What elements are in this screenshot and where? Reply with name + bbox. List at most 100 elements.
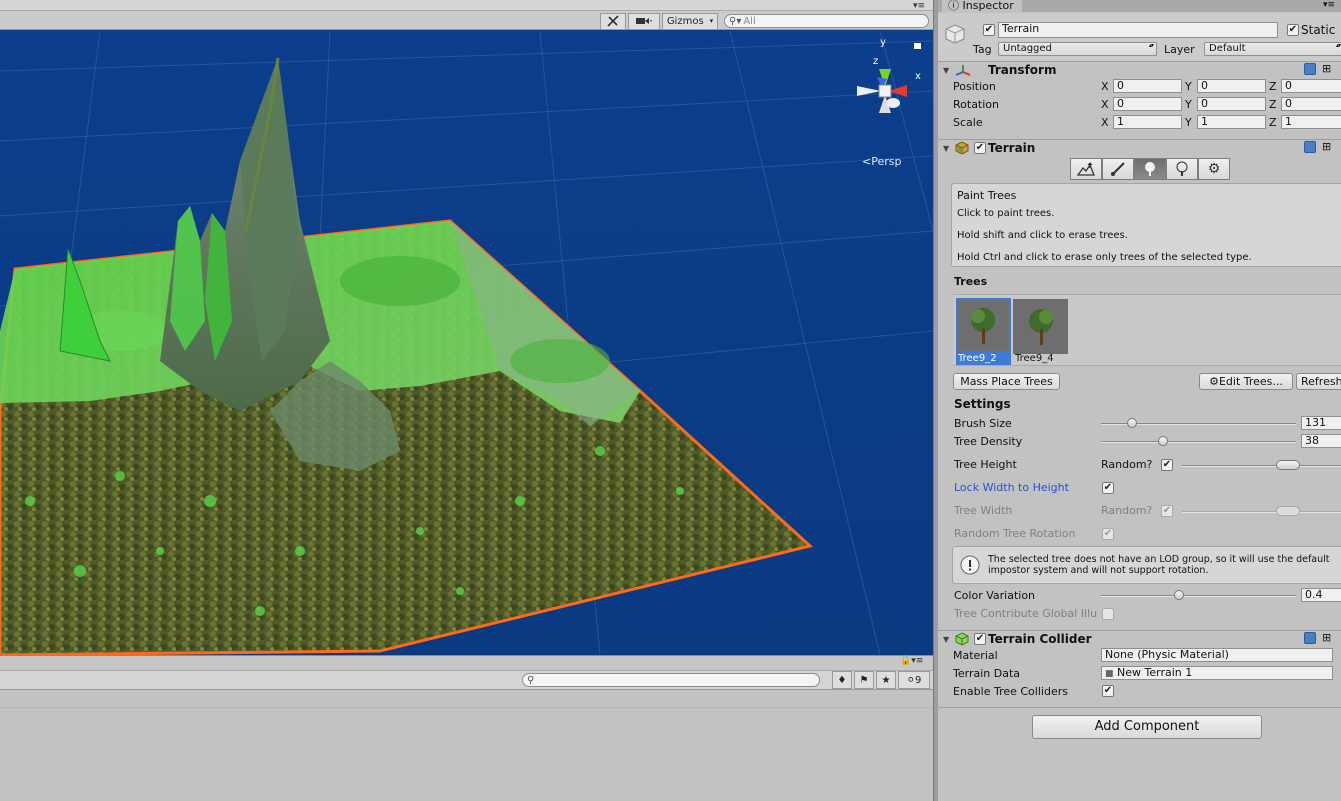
brush-size-field[interactable]: 131 (1301, 416, 1341, 430)
paint-trees-help-box: Paint Trees Click to paint trees. Hold s… (951, 183, 1341, 267)
tab-inspector-label: Inspector (962, 0, 1014, 12)
transform-x-field[interactable]: 0 (1113, 97, 1182, 111)
axis-x-label: X (1101, 80, 1109, 93)
transform-row-label: Rotation (953, 98, 1000, 111)
collider-enabled-checkbox[interactable]: ✔ (974, 633, 986, 645)
gizmos-dropdown[interactable]: Gizmos ▾ (662, 12, 718, 30)
global-illum-checkbox (1102, 608, 1114, 620)
tree-thumbnail[interactable] (1013, 299, 1068, 354)
panel-menu-icon[interactable]: ▾≡ (913, 1, 925, 11)
tree-thumbnail[interactable] (956, 298, 1011, 353)
transform-y-field[interactable]: 0 (1197, 79, 1266, 93)
help-book-icon[interactable] (1304, 63, 1316, 75)
tree-name[interactable]: Tree9_4 (1013, 353, 1068, 365)
tree-width-range-slider (1182, 511, 1341, 513)
panel-list[interactable] (0, 707, 933, 801)
help-book-icon[interactable] (1304, 632, 1316, 644)
tag-label: Tag (973, 43, 992, 56)
settings-icon[interactable]: ⊞ (1322, 62, 1331, 75)
lock-icon[interactable] (914, 43, 921, 49)
scene-tab-strip: ▾≡ (0, 0, 933, 11)
favorite-star-icon[interactable]: ★ (876, 671, 896, 689)
help-book-icon[interactable] (1304, 141, 1316, 153)
chevron-down-icon: ▾ (709, 17, 714, 25)
settings-icon[interactable]: ⊞ (1322, 631, 1331, 644)
terrain-data-field[interactable]: ■ New Terrain 1 (1101, 666, 1333, 680)
transform-axes-icon (955, 65, 971, 76)
paint-details-icon[interactable] (1166, 158, 1198, 180)
transform-z-field[interactable]: 0 (1281, 79, 1341, 93)
scene-view[interactable]: ▾≡ Gizmos ▾ ⚲▾ All y x z <Persp (0, 0, 933, 655)
color-variation-field[interactable]: 0.4 (1301, 588, 1341, 602)
object-name-field[interactable]: Terrain (998, 22, 1278, 38)
transform-x-field[interactable]: 1 (1113, 115, 1182, 129)
terrain-component: ▼ ✔ Terrain ⊞ ⚙ Paint Trees Click to pai… (938, 140, 1341, 630)
transform-y-field[interactable]: 1 (1197, 115, 1266, 129)
help-line-2: Hold shift and click to erase trees. (957, 230, 1128, 241)
axis-y-label: Y (1185, 98, 1192, 111)
layer-dropdown[interactable]: Default (1204, 42, 1341, 56)
inspector-panel: ⓘ Inspector ▾≡ ✔ Terrain ✔ Static Tag Un… (938, 0, 1341, 801)
tree-density-field[interactable]: 38 (1301, 434, 1341, 448)
scene-search-input[interactable]: ⚲▾ All (724, 14, 929, 28)
label-tag-icon[interactable]: ⚑ (854, 671, 874, 689)
axis-z-label: Z (1269, 80, 1277, 93)
transform-y-field[interactable]: 0 (1197, 97, 1266, 111)
persp-label[interactable]: <Persp (862, 155, 901, 168)
transform-z-field[interactable]: 0 (1281, 97, 1341, 111)
foldout-arrow-icon[interactable]: ▼ (943, 144, 949, 153)
add-component-button[interactable]: Add Component (1032, 715, 1262, 739)
refresh-button[interactable]: Refresh (1296, 373, 1341, 390)
axis-z-label: Z (1269, 116, 1277, 129)
brush-size-slider-knob[interactable] (1127, 418, 1138, 428)
static-checkbox[interactable]: ✔ (1287, 24, 1299, 36)
tag-dropdown[interactable]: Untagged (998, 42, 1157, 56)
color-variation-slider[interactable] (1101, 595, 1296, 597)
tree-name-selected[interactable]: Tree9_2 (956, 353, 1011, 365)
axis-x-label: X (1101, 98, 1109, 111)
terrain-collider-component: ▼ ✔ Terrain Collider ⊞ Material None (Ph… (938, 631, 1341, 707)
panel-menu-icon[interactable]: ▾≡ (1323, 0, 1335, 10)
panel-toolbar: ⚲ ♦ ⚑ ★ ⚪ 9 (0, 670, 933, 690)
panel-search-input[interactable]: ⚲ (522, 673, 820, 687)
terrain-tool-bar: ⚙ (1070, 158, 1230, 180)
tree-height-range-slider[interactable] (1182, 465, 1341, 467)
info-icon: ⓘ (948, 0, 959, 12)
material-field[interactable]: None (Physic Material) (1101, 648, 1333, 662)
raise-lower-icon[interactable] (1070, 158, 1102, 180)
settings-icon[interactable]: ⊞ (1322, 140, 1331, 153)
gizmo-z-label: z (873, 56, 878, 67)
paint-trees-icon[interactable] (1134, 158, 1166, 180)
terrain-enabled-checkbox[interactable]: ✔ (974, 142, 986, 154)
tree-colliders-checkbox[interactable]: ✔ (1102, 685, 1114, 697)
edit-trees-button[interactable]: ⚙Edit Trees... (1199, 373, 1293, 390)
tree-density-slider[interactable] (1101, 441, 1296, 443)
lock-width-checkbox[interactable]: ✔ (1102, 482, 1114, 494)
axis-y-label: Y (1185, 80, 1192, 93)
filter-type-icon[interactable]: ♦ (832, 671, 852, 689)
paint-texture-icon[interactable] (1102, 158, 1134, 180)
transform-z-field[interactable]: 1 (1281, 115, 1341, 129)
edit-trees-label: Edit Trees... (1218, 375, 1283, 388)
effects-toggle-icon[interactable] (600, 12, 626, 30)
camera-dropdown-icon[interactable] (628, 12, 660, 30)
transform-x-field[interactable]: 0 (1113, 79, 1182, 93)
eye-hidden-icon: ⚪ (906, 674, 915, 686)
foldout-arrow-icon[interactable]: ▼ (943, 635, 949, 644)
search-icon: ⚲▾ (729, 15, 742, 27)
lod-warning-line-1: The selected tree does not have an LOD g… (988, 554, 1330, 565)
foldout-arrow-icon[interactable]: ▼ (943, 66, 949, 75)
hidden-toggle-button[interactable]: ⚪ 9 (898, 671, 930, 689)
tree-density-slider-knob[interactable] (1158, 436, 1169, 446)
tree-height-random-checkbox[interactable]: ✔ (1161, 459, 1173, 471)
mass-place-trees-button[interactable]: Mass Place Trees (953, 373, 1060, 390)
settings-gear-icon[interactable]: ⚙ (1198, 158, 1230, 180)
scene-viewport[interactable]: y x z <Persp (0, 31, 933, 655)
tree-height-range-handle[interactable] (1276, 460, 1300, 470)
color-variation-slider-knob[interactable] (1174, 590, 1184, 600)
lock-icon[interactable]: 🔒▾≡ (900, 656, 923, 666)
active-checkbox[interactable]: ✔ (983, 24, 995, 36)
transform-component: ▼ Transform ⊞ Position X 0 Y 0 Z 0 Rotation X 0 Y 0… (938, 62, 1341, 138)
terrain-collider-title: Terrain Collider (988, 632, 1092, 646)
tab-inspector[interactable]: ⓘ Inspector (942, 0, 1022, 12)
